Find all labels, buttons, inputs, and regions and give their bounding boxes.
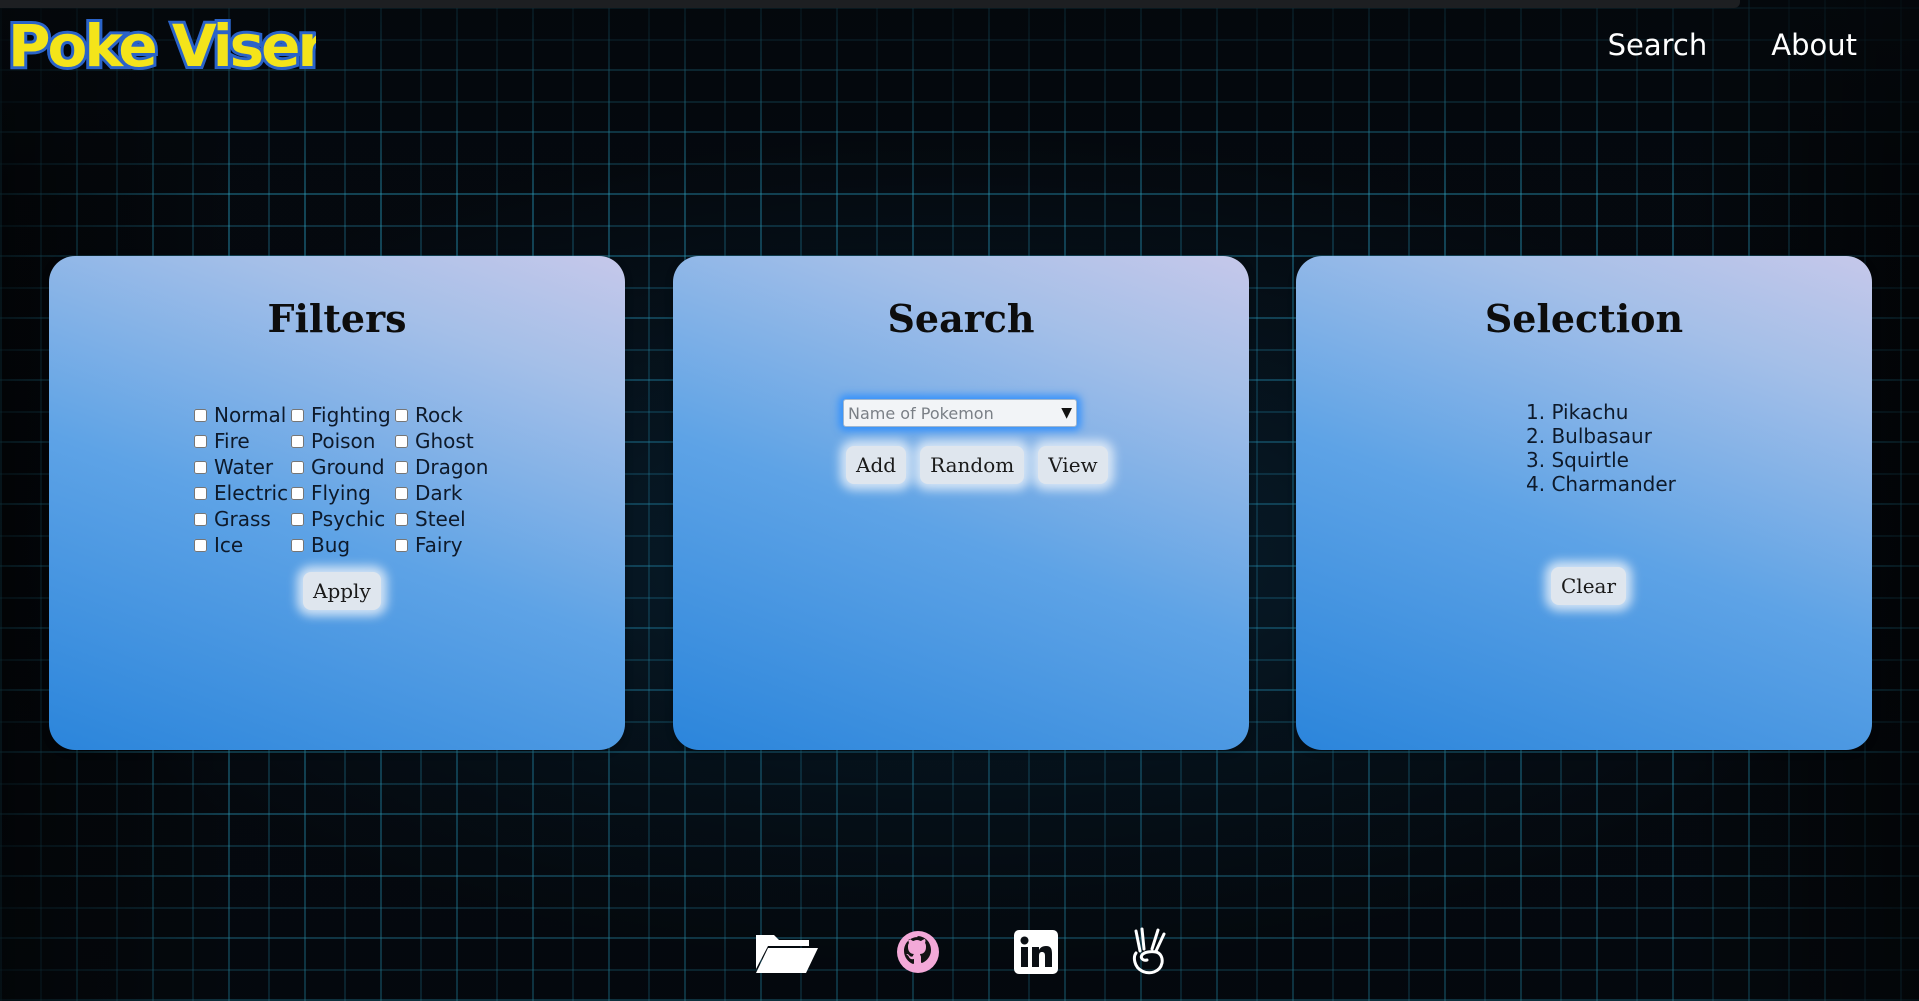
type-filter-bug[interactable]: Bug — [291, 532, 395, 558]
selection-card: Selection 1. Pikachu 2. Bulbasaur 3. Squ… — [1296, 256, 1872, 750]
type-checkbox[interactable] — [291, 538, 304, 552]
type-checkbox[interactable] — [291, 460, 304, 474]
type-checkbox[interactable] — [291, 408, 304, 422]
type-filter-dragon[interactable]: Dragon — [395, 454, 495, 480]
type-checkbox[interactable] — [395, 460, 408, 474]
selection-item: 1. Pikachu — [1526, 400, 1629, 424]
logo-wordmark: Poke Viser — [5, 10, 316, 83]
type-label: Grass — [214, 507, 271, 531]
type-filter-normal[interactable]: Normal — [194, 402, 291, 428]
pokemon-select-placeholder: Name of Pokemon — [848, 403, 994, 423]
top-nav: Search About — [1608, 28, 1857, 62]
type-filter-grass[interactable]: Grass — [194, 506, 291, 532]
type-filter-poison[interactable]: Poison — [291, 428, 395, 454]
type-checkbox[interactable] — [194, 512, 207, 526]
github-icon[interactable] — [894, 927, 942, 977]
type-filter-electric[interactable]: Electric — [194, 480, 291, 506]
type-label: Flying — [311, 481, 371, 505]
type-checkbox[interactable] — [291, 512, 304, 526]
poke-viser-logo[interactable]: Poke Viser — [4, 10, 316, 84]
type-filter-ice[interactable]: Ice — [194, 532, 291, 558]
type-checkbox[interactable] — [194, 538, 207, 552]
svg-text:Poke Viser: Poke Viser — [8, 12, 316, 80]
type-checkbox[interactable] — [194, 460, 207, 474]
search-title: Search — [887, 296, 1035, 341]
type-filter-fire[interactable]: Fire — [194, 428, 291, 454]
type-checkbox[interactable] — [194, 408, 207, 422]
type-label: Ghost — [415, 429, 474, 453]
type-label: Fighting — [311, 403, 391, 427]
selection-item: 4. Charmander — [1526, 472, 1676, 496]
type-checkbox[interactable] — [395, 538, 408, 552]
nav-search-link[interactable]: Search — [1608, 28, 1708, 62]
type-checkbox[interactable] — [395, 486, 408, 500]
type-filter-ground[interactable]: Ground — [291, 454, 395, 480]
browser-top-strip — [0, 0, 1740, 8]
footer-links — [754, 927, 1174, 983]
type-label: Fairy — [415, 533, 463, 557]
type-label: Water — [214, 455, 274, 479]
type-filter-grid: Normal Fighting Rock Fire Poison Ghost Water Gr… — [194, 402, 495, 558]
type-label: Ice — [214, 533, 244, 557]
type-checkbox[interactable] — [395, 512, 408, 526]
type-checkbox[interactable] — [194, 434, 207, 448]
type-filter-water[interactable]: Water — [194, 454, 291, 480]
type-filter-ghost[interactable]: Ghost — [395, 428, 495, 454]
type-label: Ground — [311, 455, 385, 479]
type-label: Fire — [214, 429, 250, 453]
dropdown-arrow-icon: ▼ — [1061, 405, 1072, 421]
search-actions: Add Random View — [846, 446, 1108, 484]
type-filter-dark[interactable]: Dark — [395, 480, 495, 506]
selection-title: Selection — [1484, 296, 1684, 341]
linkedin-icon[interactable] — [1012, 927, 1060, 977]
type-checkbox[interactable] — [291, 486, 304, 500]
search-card: Search Name of Pokemon ▼ Add Random View — [673, 256, 1249, 750]
selection-list: 1. Pikachu 2. Bulbasaur 3. Squirtle 4. C… — [1526, 400, 1676, 496]
type-filter-flying[interactable]: Flying — [291, 480, 395, 506]
type-filter-fairy[interactable]: Fairy — [395, 532, 495, 558]
filters-title: Filters — [267, 296, 407, 341]
angellist-icon[interactable] — [1129, 927, 1171, 977]
type-label: Electric — [214, 481, 289, 505]
nav-about-link[interactable]: About — [1771, 28, 1857, 62]
filters-card: Filters Normal Fighting Rock Fire Poison Ghos… — [49, 256, 625, 750]
type-label: Dark — [415, 481, 463, 505]
type-checkbox[interactable] — [194, 486, 207, 500]
apply-button[interactable]: Apply — [303, 572, 381, 610]
selection-item: 3. Squirtle — [1526, 448, 1629, 472]
random-button[interactable]: Random — [920, 446, 1025, 484]
type-label: Poison — [311, 429, 376, 453]
pokemon-name-select[interactable]: Name of Pokemon ▼ — [843, 399, 1077, 427]
view-button[interactable]: View — [1038, 446, 1108, 484]
type-label: Steel — [415, 507, 466, 531]
type-label: Bug — [311, 533, 351, 557]
add-button[interactable]: Add — [846, 446, 907, 484]
folder-icon[interactable] — [754, 927, 820, 977]
type-filter-rock[interactable]: Rock — [395, 402, 495, 428]
type-filter-steel[interactable]: Steel — [395, 506, 495, 532]
type-checkbox[interactable] — [291, 434, 304, 448]
type-label: Psychic — [311, 507, 386, 531]
type-label: Rock — [415, 403, 463, 427]
type-checkbox[interactable] — [395, 434, 408, 448]
selection-item: 2. Bulbasaur — [1526, 424, 1652, 448]
type-label: Dragon — [415, 455, 489, 479]
type-label: Normal — [214, 403, 287, 427]
type-filter-psychic[interactable]: Psychic — [291, 506, 395, 532]
type-checkbox[interactable] — [395, 408, 408, 422]
type-filter-fighting[interactable]: Fighting — [291, 402, 395, 428]
clear-button[interactable]: Clear — [1551, 567, 1627, 605]
